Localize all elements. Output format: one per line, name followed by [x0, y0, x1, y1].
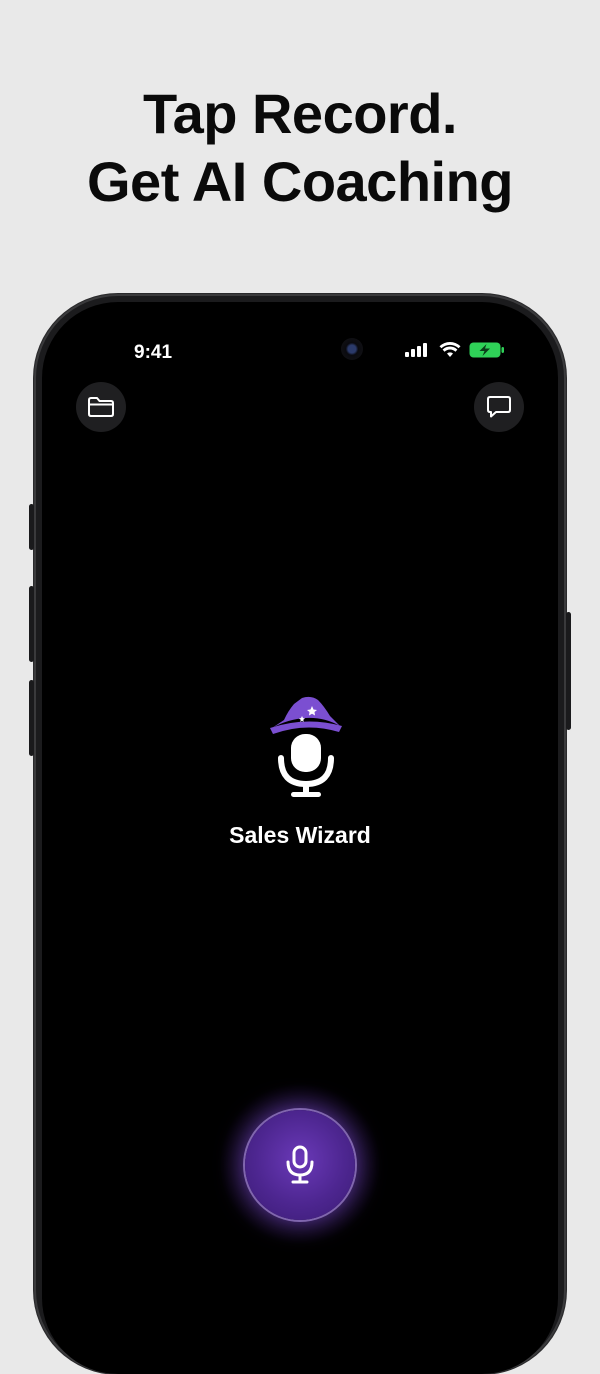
phone-volume-down-button — [29, 680, 34, 756]
headline-line-2: Get AI Coaching — [86, 150, 514, 213]
microphone-icon — [286, 1145, 314, 1184]
wifi-icon — [439, 342, 461, 357]
phone-power-button — [566, 612, 571, 730]
phone-screen: 9:41 Sales Wizard — [42, 302, 558, 1374]
status-time: 9:41 — [134, 342, 173, 363]
wizard-hat-microphone-icon — [270, 696, 342, 797]
phone-frame: 9:41 Sales Wizard — [29, 294, 571, 1374]
app-name: Sales Wizard — [229, 822, 371, 848]
folder-button[interactable] — [76, 382, 126, 432]
battery-charging-icon — [469, 342, 504, 358]
cellular-icon — [405, 343, 427, 357]
front-camera — [341, 338, 363, 360]
chat-bubble-icon — [487, 396, 511, 418]
chat-button[interactable] — [474, 382, 524, 432]
phone-volume-up-button — [29, 586, 34, 662]
phone-action-button — [29, 504, 34, 550]
record-button[interactable] — [245, 1110, 355, 1220]
status-icons — [405, 342, 505, 358]
folder-icon — [88, 397, 114, 417]
headline-line-1: Tap Record. — [143, 82, 457, 145]
headline: Tap Record. Get AI Coaching — [0, 80, 600, 216]
